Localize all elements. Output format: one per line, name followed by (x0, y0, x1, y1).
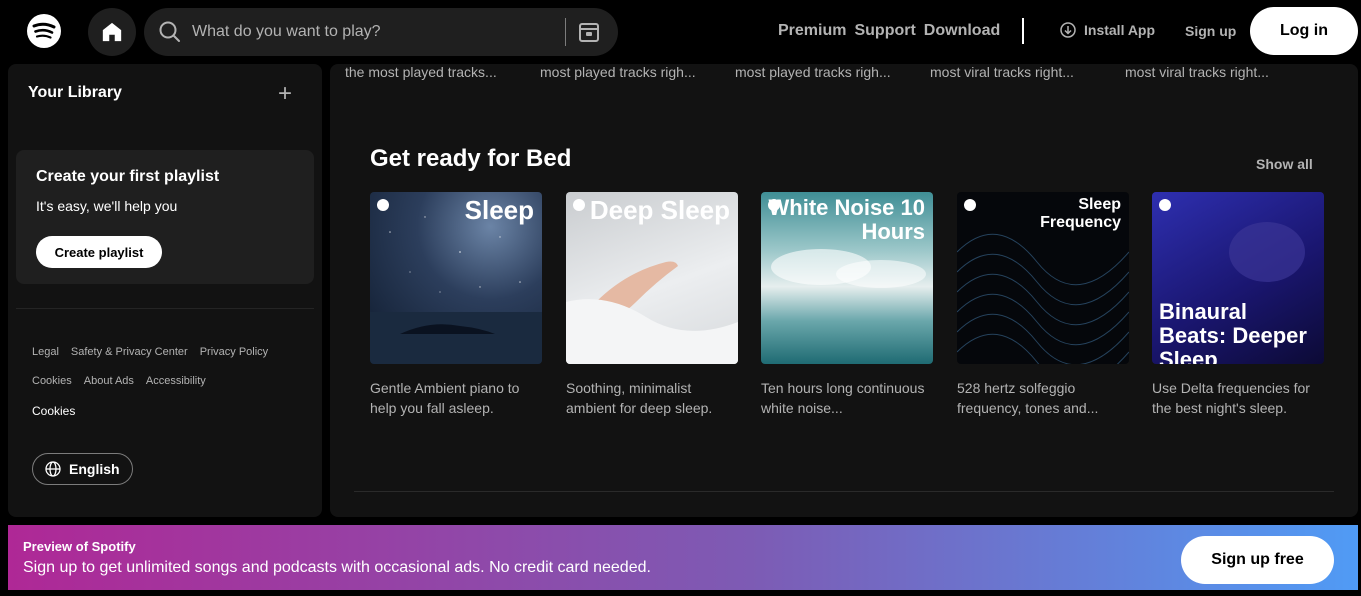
playlist-description: 528 hertz solfeggio frequency, tones and… (957, 380, 1099, 416)
library-title[interactable]: Your Library (28, 84, 122, 102)
log-in-button[interactable]: Log in (1250, 7, 1358, 55)
cover-title: White Noise 10 Hours (768, 195, 925, 245)
create-card-title: Create your first playlist (36, 168, 220, 185)
playlist-card[interactable]: Deep Sleep Soothing, minimalist ambient … (566, 192, 738, 418)
sign-up-free-button[interactable]: Sign up free (1181, 536, 1334, 584)
language-button[interactable]: English (32, 453, 133, 485)
playlist-description: Soothing, minimalist ambient for deep sl… (566, 380, 713, 416)
caption-4: most viral tracks right... (930, 64, 1074, 80)
playlist-cover: Sleep Frequency (957, 192, 1129, 364)
cover-title: Binaural Beats: Deeper Sleep (1159, 299, 1307, 364)
search-input[interactable] (192, 18, 592, 46)
nav-separator (1022, 18, 1024, 44)
caption-2: most played tracks righ... (540, 64, 696, 80)
sidebar-divider (16, 308, 314, 309)
playlist-description: Gentle Ambient piano to help you fall as… (370, 380, 520, 416)
banner-text: Sign up to get unlimited songs and podca… (23, 559, 651, 576)
playlist-cover: Deep Sleep (566, 192, 738, 364)
search-divider (565, 18, 566, 46)
create-card-subtitle: It's easy, we'll help you (36, 198, 178, 214)
create-plus-icon[interactable]: + (278, 82, 292, 106)
install-app-link[interactable]: Install App (1060, 22, 1155, 38)
banner-title: Preview of Spotify (23, 539, 136, 554)
caption-1: the most played tracks... (345, 64, 497, 80)
search-icon[interactable] (158, 20, 182, 44)
legal-link[interactable]: Legal (32, 346, 59, 359)
spotify-logo-icon[interactable] (26, 13, 62, 49)
preview-banner: Preview of Spotify Sign up to get unlimi… (8, 525, 1358, 590)
previous-row-captions: the most played tracks... most played tr… (345, 64, 1320, 80)
playlist-description: Use Delta frequencies for the best night… (1152, 380, 1310, 416)
download-circle-icon (1060, 22, 1076, 38)
cookies-settings-link[interactable]: Cookies (32, 404, 75, 418)
cookies-link[interactable]: Cookies (32, 375, 72, 388)
accessibility-link[interactable]: Accessibility (146, 375, 206, 388)
library-sidebar: Your Library + Create your first playlis… (8, 64, 322, 517)
main-content: the most played tracks... most played tr… (330, 64, 1358, 517)
section-title[interactable]: Get ready for Bed (370, 145, 571, 173)
footer-links: Legal Safety & Privacy Center Privacy Po… (32, 346, 312, 433)
playlist-card[interactable]: Binaural Beats: Deeper Sleep Use Delta f… (1152, 192, 1324, 418)
playlist-cover: White Noise 10 Hours (761, 192, 933, 364)
search-bar (144, 8, 618, 56)
globe-icon (45, 461, 61, 477)
privacy-policy-link[interactable]: Privacy Policy (200, 346, 268, 359)
show-all-link[interactable]: Show all (1256, 156, 1313, 172)
spotify-badge-icon (377, 199, 389, 211)
about-ads-link[interactable]: About Ads (84, 375, 134, 388)
playlist-cover: Binaural Beats: Deeper Sleep (1152, 192, 1324, 364)
playlist-description: Ten hours long continuous white noise... (761, 380, 925, 416)
home-button[interactable] (88, 8, 136, 56)
language-label: English (69, 461, 120, 477)
top-bar: Premium Support Download Install App Sig… (0, 0, 1361, 64)
spotify-badge-icon (1159, 199, 1171, 211)
caption-5: most viral tracks right... (1125, 64, 1269, 80)
playlist-card[interactable]: Sleep Frequency 528 hertz solfeggio freq… (957, 192, 1129, 418)
playlist-cover: Sleep (370, 192, 542, 364)
home-icon (102, 22, 122, 42)
install-app-label: Install App (1084, 22, 1156, 38)
cover-title: Sleep (464, 195, 534, 225)
nav-download-link[interactable]: Download (924, 22, 1000, 40)
spotify-badge-icon (573, 199, 585, 211)
safety-privacy-link[interactable]: Safety & Privacy Center (71, 346, 188, 359)
playlist-card[interactable]: Sleep Gentle Ambient piano to help you f… (370, 192, 542, 418)
caption-3: most played tracks righ... (735, 64, 891, 80)
playlist-card[interactable]: White Noise 10 Hours Ten hours long cont… (761, 192, 933, 418)
browse-icon[interactable] (577, 20, 601, 44)
cover-title: Deep Sleep (589, 195, 730, 225)
create-playlist-button[interactable]: Create playlist (36, 236, 162, 268)
cover-title: Sleep Frequency (1040, 196, 1121, 231)
spotify-badge-icon (964, 199, 976, 211)
create-playlist-card: Create your first playlist It's easy, we… (16, 150, 314, 284)
section-divider (354, 491, 1334, 492)
sign-up-link[interactable]: Sign up (1185, 23, 1236, 39)
top-nav: Premium Support Download (778, 22, 1000, 40)
nav-support-link[interactable]: Support (854, 22, 915, 40)
nav-premium-link[interactable]: Premium (778, 22, 846, 40)
